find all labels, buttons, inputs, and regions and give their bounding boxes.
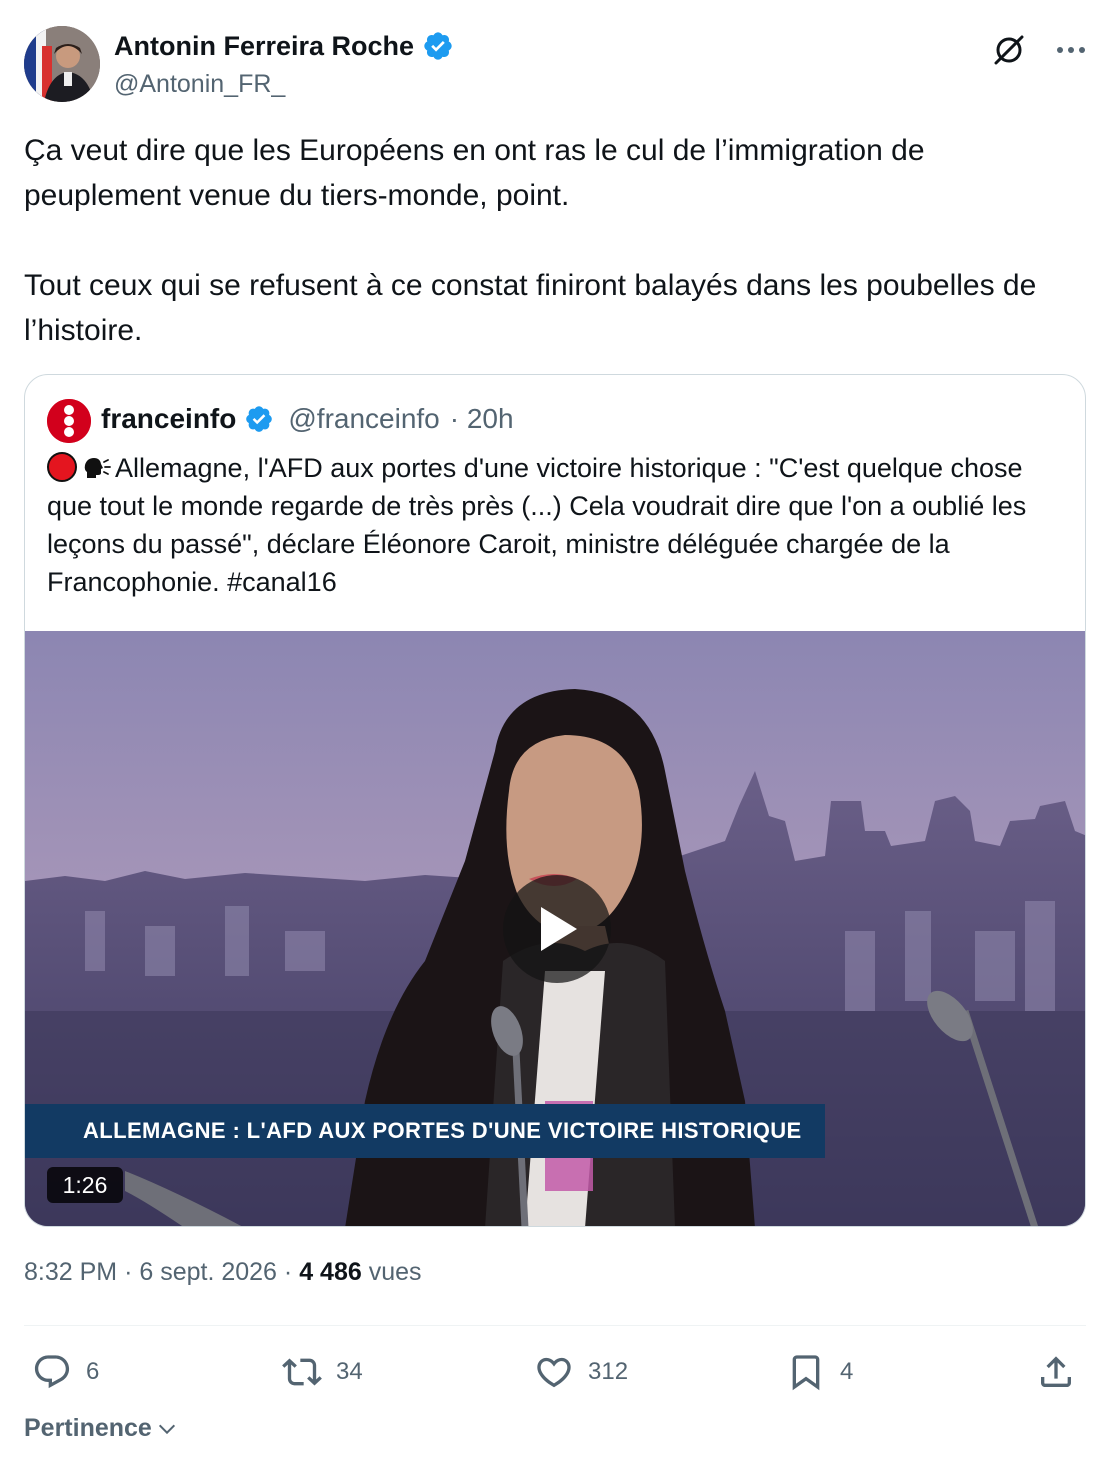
tweet-paragraph: Tout ceux qui se refusent à ce constat f…: [24, 269, 1037, 347]
author-name-row[interactable]: Antonin Ferreira Roche: [114, 30, 454, 62]
author-name[interactable]: Antonin Ferreira Roche: [114, 31, 414, 62]
quoted-tweet[interactable]: franceinfo @franceinfo · 20h Allemagne, …: [24, 374, 1086, 1227]
chevron-down-icon: [158, 1424, 175, 1434]
author-handle[interactable]: @Antonin_FR_: [114, 70, 285, 99]
bookmark-count: 4: [840, 1358, 854, 1385]
sort-dropdown[interactable]: Pertinence: [24, 1414, 178, 1443]
reply-button[interactable]: 6: [32, 1345, 99, 1399]
repost-button[interactable]: 34: [282, 1345, 363, 1399]
tweet-header: Antonin Ferreira Roche @Antonin_FR_: [24, 26, 1091, 102]
reply-icon: [34, 1355, 70, 1389]
verified-badge-icon: [424, 32, 452, 60]
chyron-text: ALLEMAGNE : L'AFD AUX PORTES D'UNE VICTO…: [83, 1118, 802, 1143]
share-icon: [1041, 1356, 1071, 1387]
views-count: 4 486: [299, 1258, 362, 1286]
meta-separator: ·: [124, 1258, 140, 1286]
grok-icon[interactable]: [989, 30, 1029, 70]
like-count: 312: [588, 1358, 629, 1385]
bookmark-button[interactable]: 4: [786, 1345, 853, 1399]
author-avatar[interactable]: [24, 26, 100, 102]
sort-label: Pertinence: [24, 1414, 152, 1442]
more-icon[interactable]: [1051, 30, 1091, 70]
like-button[interactable]: 312: [534, 1345, 628, 1399]
tweet-date[interactable]: 6 sept. 2026: [139, 1258, 277, 1286]
play-button[interactable]: [503, 875, 611, 983]
video-duration: 1:26: [47, 1167, 123, 1203]
tweet-paragraph: Ça veut dire que les Européens en ont ra…: [24, 134, 925, 212]
divider: [24, 1325, 1086, 1326]
share-button[interactable]: [1036, 1345, 1076, 1399]
like-icon: [537, 1357, 571, 1388]
quote-text: Allemagne, l'AFD aux portes d'une victoi…: [47, 449, 1067, 601]
tweet-meta: 8:32 PM · 6 sept. 2026 · 4 486 vues: [24, 1258, 422, 1287]
views-label: vues: [368, 1258, 422, 1286]
tweet-text: Ça veut dire que les Européens en ont ra…: [24, 128, 1084, 353]
action-bar: 6 34 312 4: [24, 1345, 1086, 1399]
tweet-time[interactable]: 8:32 PM: [24, 1258, 117, 1286]
bookmark-icon: [792, 1355, 820, 1391]
quote-author-row: franceinfo @franceinfo · 20h: [101, 403, 514, 435]
quote-text-body: Allemagne, l'AFD aux portes d'une victoi…: [47, 453, 1027, 597]
video-chyron: ALLEMAGNE : L'AFD AUX PORTES D'UNE VICTO…: [25, 1104, 825, 1158]
verified-badge-icon: [246, 406, 273, 432]
speaking-head-icon: [84, 458, 111, 478]
header-actions: [989, 30, 1091, 70]
reply-count: 6: [86, 1358, 100, 1385]
quote-author-name[interactable]: franceinfo: [101, 403, 236, 435]
meta-separator: ·: [283, 1258, 300, 1286]
repost-count: 34: [336, 1358, 363, 1385]
quote-avatar[interactable]: [47, 399, 91, 443]
live-dot-icon: [47, 452, 77, 482]
quote-time[interactable]: · 20h: [450, 403, 514, 435]
quote-author-handle[interactable]: @franceinfo: [288, 403, 439, 435]
repost-icon: [282, 1358, 322, 1386]
video-player[interactable]: ALLEMAGNE : L'AFD AUX PORTES D'UNE VICTO…: [25, 631, 1085, 1226]
play-icon: [541, 907, 577, 951]
